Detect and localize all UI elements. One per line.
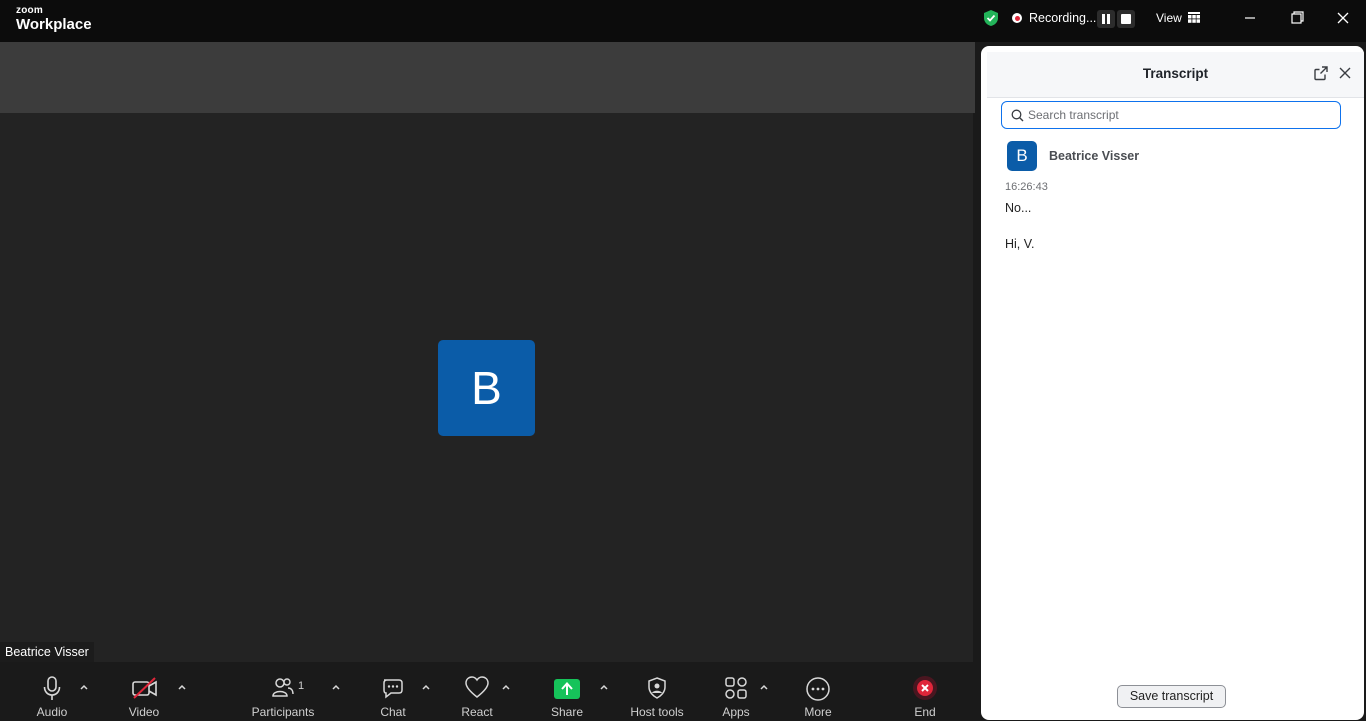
transcript-line: No... (1005, 201, 1032, 215)
close-window-icon[interactable] (1330, 8, 1356, 28)
heart-icon (465, 676, 489, 698)
pause-recording-button[interactable] (1097, 10, 1115, 28)
video-off-icon (132, 677, 157, 699)
brand-main: Workplace (16, 16, 92, 33)
audio-label: Audio (36, 705, 68, 719)
share-label: Share (550, 705, 584, 719)
restore-icon[interactable] (1284, 8, 1310, 28)
pop-out-icon[interactable] (1313, 65, 1329, 81)
security-shield-icon[interactable] (982, 9, 1000, 27)
transcript-header: Transcript (987, 52, 1364, 98)
speaker-avatar: B (1007, 141, 1037, 171)
meeting-toolbar: Audio Video Participants 1 Chat React Sh… (0, 662, 975, 721)
participant-name-tag: Beatrice Visser (0, 642, 94, 662)
end-label: End (914, 705, 936, 719)
participants-button[interactable]: Participants (248, 662, 318, 721)
participant-avatar: B (438, 340, 535, 436)
end-meeting-button[interactable]: End (902, 662, 948, 721)
participants-count: 1 (298, 680, 305, 692)
chat-icon (383, 679, 403, 699)
audio-button[interactable]: Audio (28, 662, 76, 721)
apps-icon (725, 677, 747, 699)
title-bar: zoom Workplace Recording... View (0, 0, 1366, 42)
host-tools-shield-icon (648, 677, 666, 699)
close-panel-icon[interactable] (1338, 66, 1352, 80)
participants-icon (272, 678, 294, 697)
transcript-panel: Transcript B Beatrice Visser 16:26:43 No… (981, 46, 1364, 720)
more-label: More (804, 705, 832, 719)
video-stage: B (0, 113, 973, 662)
recording-label: Recording... (1029, 11, 1097, 25)
share-screen-icon (554, 679, 580, 699)
search-transcript-input[interactable] (1028, 106, 1328, 124)
share-button[interactable]: Share (544, 662, 590, 721)
video-label: Video (128, 705, 160, 719)
apps-button[interactable]: Apps (713, 662, 759, 721)
participants-label: Participants (251, 705, 315, 719)
apps-options-chevron-icon[interactable] (759, 682, 769, 692)
app-logo: zoom Workplace (16, 6, 92, 34)
more-button[interactable]: More (795, 662, 841, 721)
react-label: React (461, 705, 493, 719)
audio-options-chevron-icon[interactable] (79, 682, 89, 692)
transcript-line: Hi, V. (1005, 237, 1035, 251)
video-options-chevron-icon[interactable] (177, 682, 187, 692)
grid-view-icon[interactable] (1188, 12, 1200, 23)
chat-options-chevron-icon[interactable] (421, 682, 431, 692)
react-button[interactable]: React (454, 662, 500, 721)
chat-label: Chat (380, 705, 406, 719)
minimize-icon[interactable] (1237, 8, 1263, 28)
share-options-chevron-icon[interactable] (599, 682, 609, 692)
speaker-name: Beatrice Visser (1049, 149, 1140, 163)
microphone-icon (43, 676, 61, 700)
transcript-title: Transcript (1142, 66, 1209, 81)
chat-button[interactable]: Chat (370, 662, 416, 721)
stage-top-bar (0, 42, 975, 113)
participants-options-chevron-icon[interactable] (331, 682, 341, 692)
end-meeting-icon (913, 676, 937, 700)
brand-small: zoom (16, 5, 43, 16)
more-options-icon (806, 677, 830, 701)
host-tools-button[interactable]: Host tools (626, 662, 688, 721)
save-transcript-button[interactable]: Save transcript (1117, 685, 1226, 708)
apps-label: Apps (722, 705, 750, 719)
host-tools-label: Host tools (630, 705, 684, 719)
transcript-timestamp: 16:26:43 (1005, 181, 1048, 193)
search-icon (1011, 109, 1024, 122)
search-transcript-field[interactable] (1001, 101, 1341, 129)
view-menu-label[interactable]: View (1156, 11, 1182, 25)
video-button[interactable]: Video (120, 662, 168, 721)
stop-recording-button[interactable] (1117, 10, 1135, 28)
react-options-chevron-icon[interactable] (501, 682, 511, 692)
recording-indicator-icon (1012, 13, 1022, 23)
